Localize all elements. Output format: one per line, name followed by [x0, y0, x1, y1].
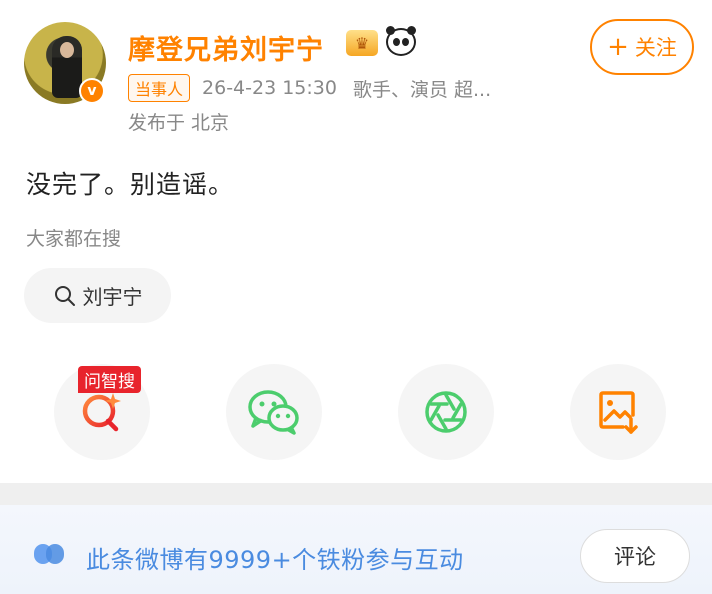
section-divider	[0, 483, 712, 505]
plus-icon: +	[607, 32, 629, 62]
panda-badge-icon[interactable]	[386, 26, 416, 56]
post-card: v 摩登兄弟刘宇宁 ♛ + 关注 当事人 26-4-23 15:30 歌手、演员…	[0, 0, 712, 483]
fans-icon	[34, 544, 64, 564]
moments-icon	[425, 391, 467, 433]
avatar-face	[60, 42, 74, 58]
zhisou-icon	[82, 393, 121, 432]
search-icon	[54, 285, 75, 306]
comment-button[interactable]: 评论	[580, 529, 690, 583]
post-time: 26-4-23 15:30	[202, 77, 337, 99]
share-moments-button[interactable]	[398, 364, 494, 460]
post-content: 没完了。别造谣。	[26, 170, 235, 199]
zhisou-ribbon-badge: 问智搜	[78, 366, 141, 393]
share-wechat-button[interactable]	[226, 364, 322, 460]
hot-search-chip-label: 刘宇宁	[82, 285, 143, 309]
share-save-image-button[interactable]	[570, 364, 666, 460]
fans-interaction-link[interactable]: 此条微博有9999+个铁粉参与互动	[86, 540, 464, 575]
author-name[interactable]: 摩登兄弟刘宇宁	[128, 28, 324, 67]
hot-search-chip[interactable]: 刘宇宁	[24, 268, 171, 323]
post-meta: 当事人 26-4-23 15:30 歌手、演员 超...	[128, 74, 491, 102]
follow-button[interactable]: + 关注	[590, 19, 694, 75]
follow-label: 关注	[634, 36, 677, 60]
author-bio: 歌手、演员 超...	[352, 78, 492, 101]
verified-badge-icon: v	[79, 78, 105, 104]
wechat-icon	[248, 390, 299, 435]
save-image-icon	[599, 391, 638, 434]
crown-badge-icon[interactable]: ♛	[346, 30, 378, 56]
status-badge: 当事人	[128, 74, 191, 102]
post-location: 发布于 北京	[128, 112, 230, 134]
hot-search-label: 大家都在搜	[26, 228, 122, 250]
